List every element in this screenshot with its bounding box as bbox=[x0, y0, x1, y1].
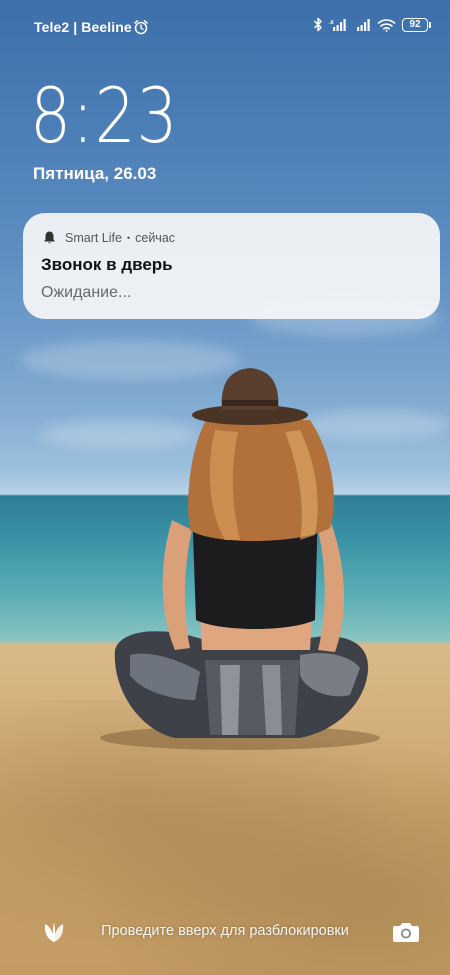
signal-icon bbox=[357, 19, 370, 31]
unlock-hint: Проведите вверх для разблокировки bbox=[101, 923, 349, 939]
battery-icon: 92 bbox=[402, 17, 431, 32]
bell-icon bbox=[44, 231, 55, 244]
notification-time: сейчас bbox=[135, 230, 176, 245]
status-bar: Tele2 | Beeline .il 92 bbox=[0, 0, 450, 56]
camera-icon[interactable] bbox=[392, 920, 420, 944]
lockscreen-clock: 8:23 bbox=[30, 71, 179, 160]
notification-title: Звонок в дверь bbox=[41, 255, 173, 274]
lock-screen: Tele2 | Beeline .il 92 8:23 Пятница, 26.… bbox=[0, 0, 450, 975]
signal-icon: .il bbox=[329, 19, 346, 31]
notification-header: Smart Life • сейчас bbox=[42, 230, 175, 245]
battery-level: 92 bbox=[409, 18, 421, 30]
alarm-icon bbox=[134, 20, 148, 35]
status-icons: .il 92 bbox=[313, 17, 431, 32]
notification-app-name: Smart Life bbox=[65, 230, 122, 245]
bluetooth-icon bbox=[313, 17, 322, 32]
notification-body: Ожидание... bbox=[41, 284, 132, 301]
lockscreen-bottom-bar: Проведите вверх для разблокировки bbox=[0, 912, 450, 952]
svg-text:.il: .il bbox=[329, 20, 334, 26]
notification-separator: • bbox=[126, 232, 131, 243]
notification-card[interactable]: Smart Life • сейчас Звонок в дверь Ожида… bbox=[23, 213, 440, 319]
lockscreen-date: Пятница, 26.03 bbox=[33, 164, 157, 183]
carrier-label: Tele2 | Beeline bbox=[34, 19, 132, 35]
wifi-icon bbox=[377, 18, 396, 32]
